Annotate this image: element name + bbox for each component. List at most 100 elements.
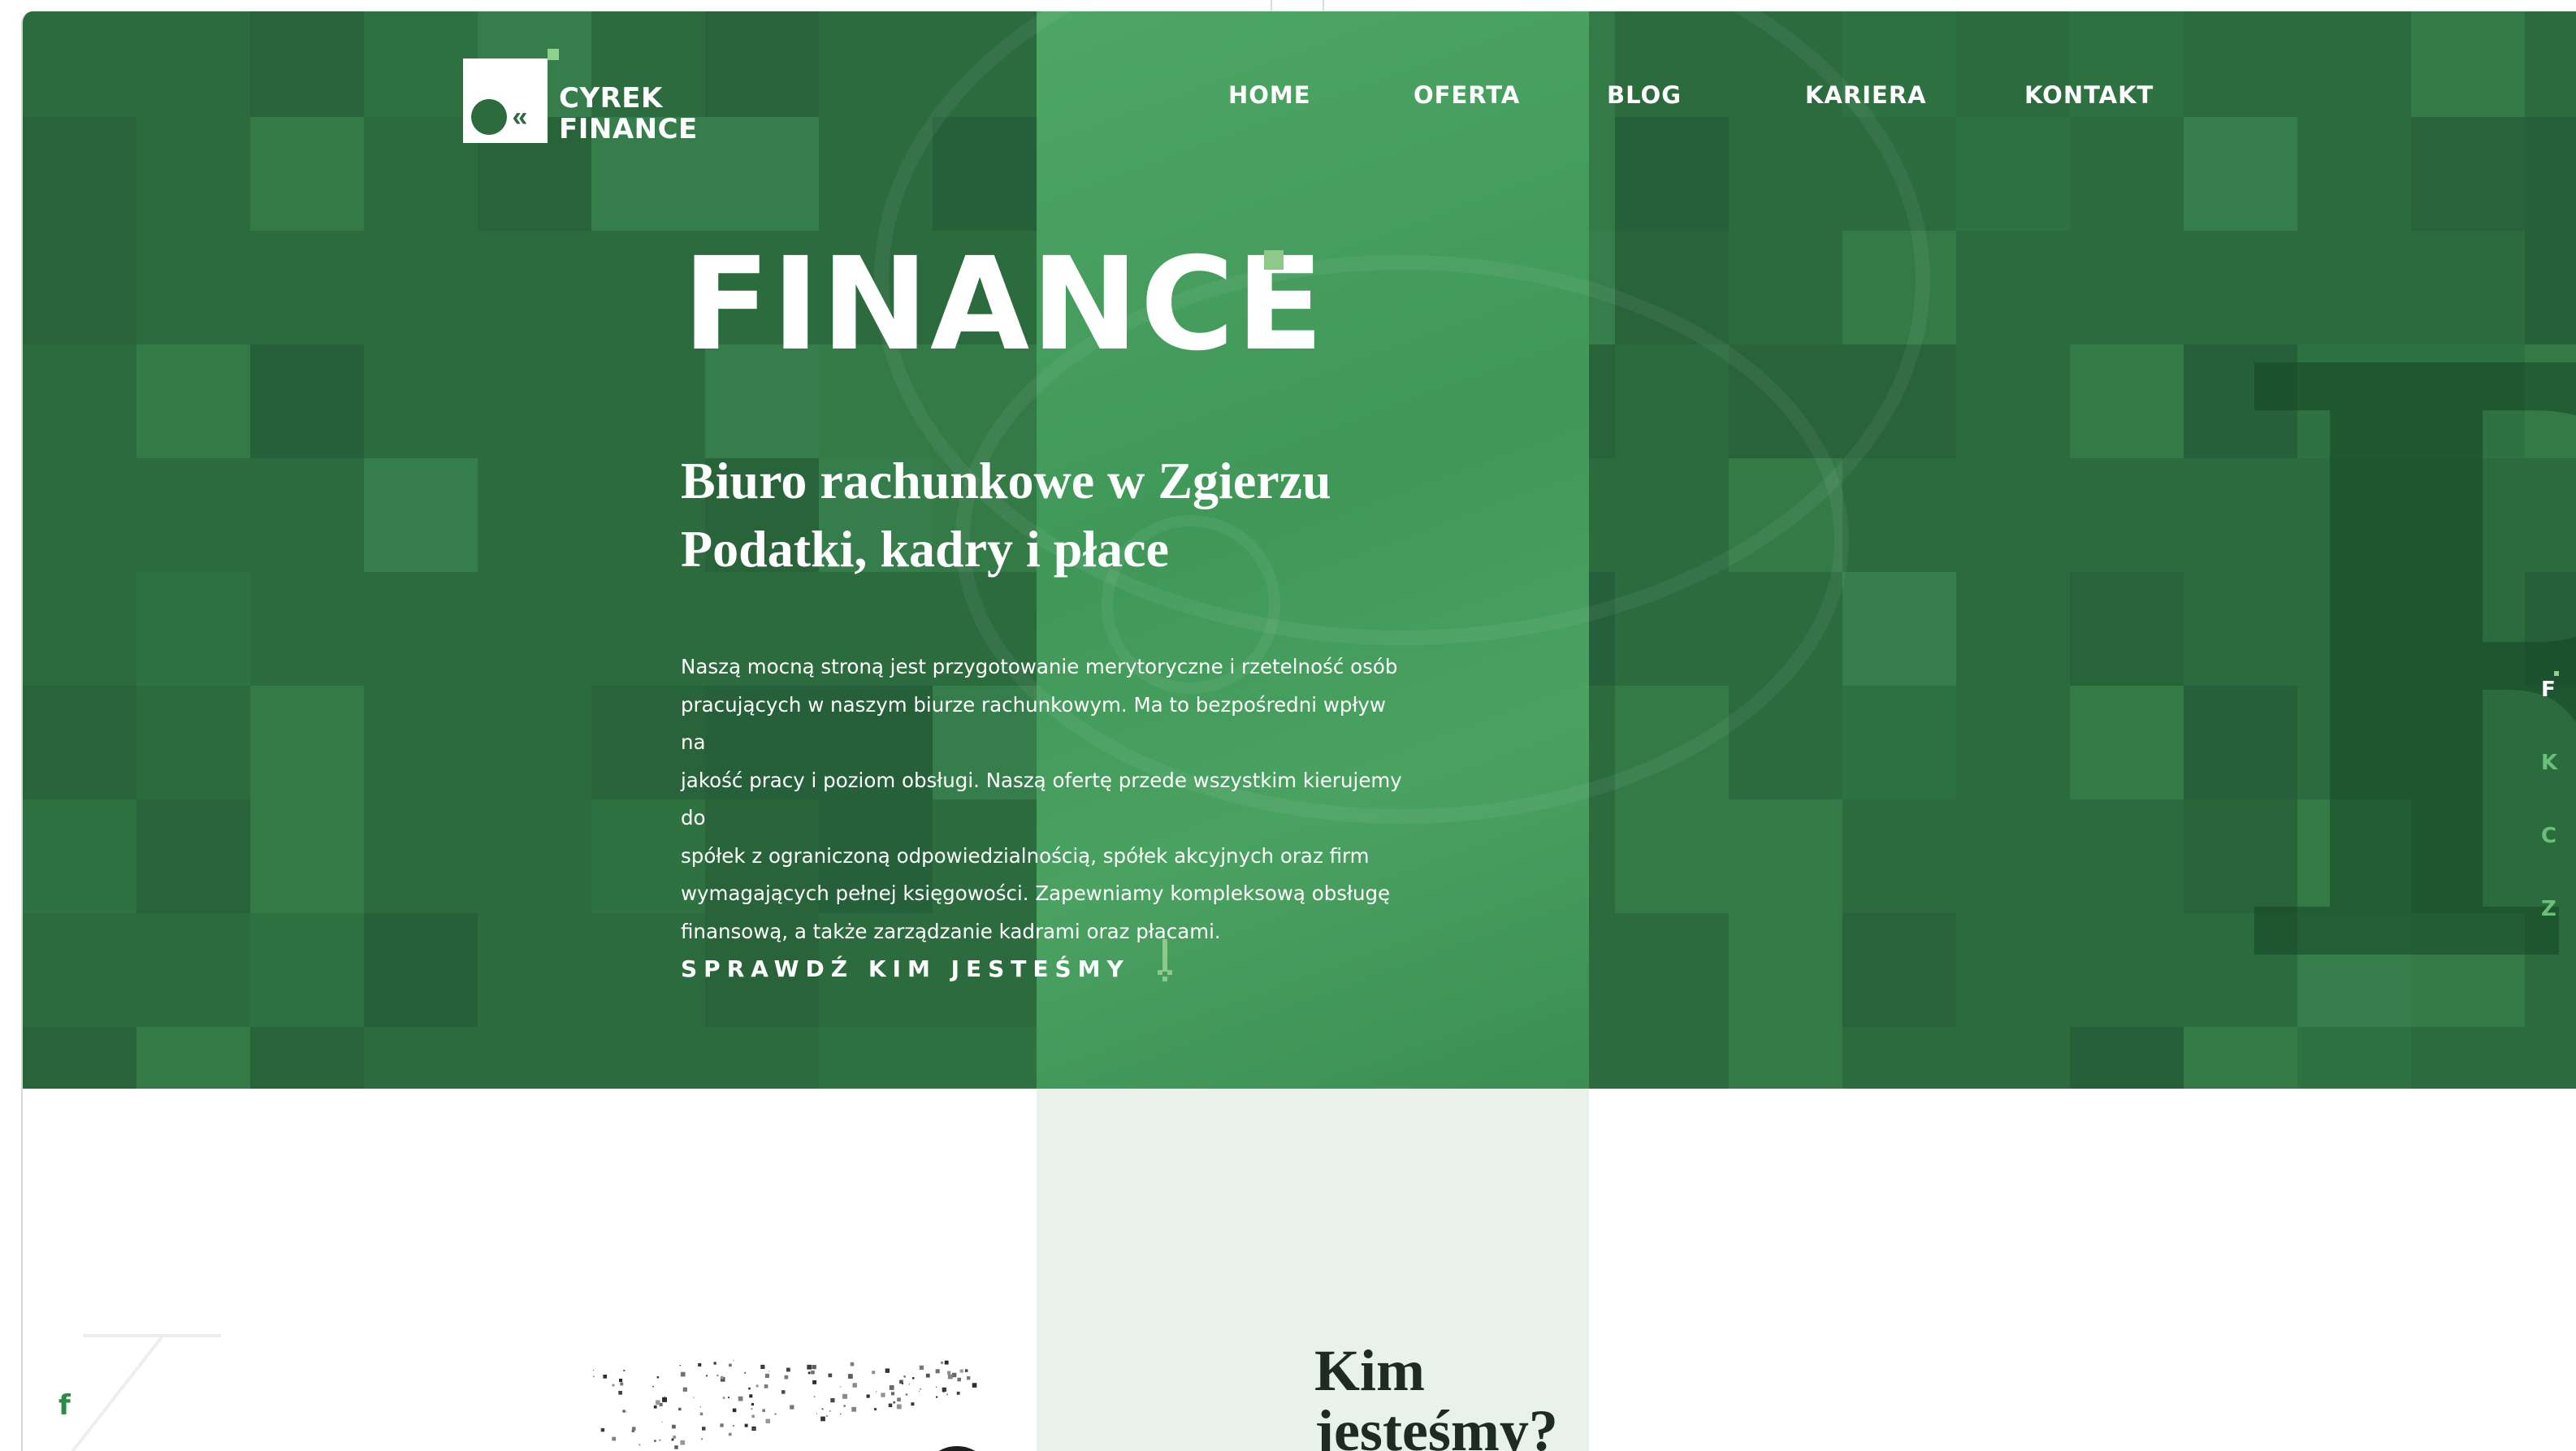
particle [738, 1396, 743, 1401]
particle [957, 1377, 961, 1382]
particle [786, 1367, 790, 1372]
background-tile [1842, 572, 1956, 686]
particle [840, 1386, 842, 1388]
particle [812, 1365, 816, 1370]
hero-paragraph-line: Naszą mocną stroną jest przygotowanie me… [681, 655, 1398, 678]
particle [632, 1427, 636, 1431]
particle [622, 1410, 626, 1413]
particle [816, 1413, 817, 1414]
brand-logo[interactable]: « CYREK FINANCE [463, 47, 723, 153]
particle [847, 1374, 853, 1379]
particle [919, 1365, 924, 1371]
particle-figure [938, 1446, 976, 1451]
particle [876, 1391, 877, 1393]
particle [626, 1410, 627, 1413]
rail-item-k[interactable]: K [2541, 751, 2557, 775]
nav-item-oferta[interactable]: OFERTA [1414, 81, 1520, 109]
particle [751, 1402, 755, 1406]
background-tile [819, 1027, 933, 1089]
particle [733, 1425, 734, 1427]
particle [972, 1383, 977, 1388]
logo-notch [548, 49, 559, 60]
background-tile [2070, 572, 2184, 686]
cta-link-who-we-are[interactable]: SPRAWDŹ KIM JESTEŚMY [681, 955, 1130, 982]
background-tile [1842, 913, 1956, 1027]
particle [866, 1394, 870, 1398]
particle [733, 1360, 734, 1362]
particle [680, 1440, 686, 1445]
particle [872, 1371, 876, 1375]
particle [751, 1414, 755, 1419]
particle [661, 1421, 663, 1423]
hero-paragraph: Naszą mocną stroną jest przygotowanie me… [681, 648, 1412, 951]
background-tile [23, 231, 136, 344]
particle-image [592, 1360, 977, 1451]
particle [600, 1427, 605, 1432]
particle [890, 1392, 895, 1396]
background-tile [364, 11, 478, 117]
background-tile [364, 458, 478, 572]
hero-section: R « CYREK FINANCE HOME OFERTA BLOG KARIE… [23, 11, 2576, 1089]
particle [781, 1390, 786, 1394]
particle [936, 1386, 937, 1388]
background-tile [1615, 799, 1729, 913]
particle [807, 1364, 812, 1370]
nav-item-kontakt[interactable]: KONTAKT [2024, 81, 2154, 109]
particle [764, 1384, 768, 1388]
particle [729, 1363, 732, 1367]
background-tile [23, 686, 136, 799]
particle [654, 1440, 656, 1442]
particle [807, 1371, 811, 1375]
particle [619, 1378, 623, 1383]
particle [956, 1391, 960, 1395]
nav-item-home[interactable]: HOME [1228, 81, 1311, 109]
hero-paragraph-line: pracujących w naszym biurze rachunkowym.… [681, 692, 1386, 755]
particle [912, 1377, 915, 1380]
particle [813, 1396, 816, 1398]
particle [925, 1373, 930, 1378]
about-heading-line-1: Kim [1314, 1338, 1425, 1403]
particle [964, 1369, 968, 1372]
particle [828, 1373, 833, 1378]
particle [935, 1369, 940, 1374]
background-tile [2070, 1027, 2184, 1089]
hero-paragraph-line: wymagających pełnej księgowości. Zapewni… [681, 881, 1391, 905]
particle [944, 1360, 949, 1365]
rail-item-c[interactable]: C [2541, 824, 2557, 848]
page: R « CYREK FINANCE HOME OFERTA BLOG KARIE… [21, 11, 2576, 1451]
particle [698, 1362, 702, 1367]
background-tile [2070, 344, 2184, 458]
particle [620, 1382, 624, 1386]
particle [897, 1397, 901, 1402]
background-tile [1729, 799, 1842, 913]
background-tile [250, 11, 364, 117]
facebook-icon[interactable]: f [58, 1389, 71, 1422]
logo-arrow-icon: « [512, 102, 528, 132]
particle [612, 1436, 617, 1441]
logo-cutout [471, 99, 507, 135]
particle [592, 1369, 594, 1371]
background-tile [1956, 117, 2070, 231]
rail-item-f[interactable]: F [2541, 678, 2556, 702]
particle [744, 1423, 748, 1427]
particle [701, 1438, 704, 1440]
rail-active-dot [2554, 671, 2559, 676]
strip-divider [1323, 0, 1324, 11]
particle [755, 1384, 759, 1388]
particle [603, 1375, 608, 1379]
particle [682, 1387, 687, 1392]
down-arrow-icon[interactable] [1155, 939, 1175, 983]
particle [829, 1410, 831, 1412]
particle [919, 1390, 920, 1392]
particle [811, 1370, 815, 1375]
rail-item-z[interactable]: Z [2541, 897, 2557, 921]
background-tile [250, 1027, 364, 1089]
particle [764, 1373, 769, 1379]
particle [905, 1393, 908, 1396]
particle [751, 1408, 753, 1410]
strip-divider [1271, 0, 1272, 11]
nav-item-blog[interactable]: BLOG [1607, 81, 1682, 109]
background-tile [23, 1027, 136, 1089]
nav-item-kariera[interactable]: KARIERA [1805, 81, 1927, 109]
background-tile [1842, 686, 1956, 799]
